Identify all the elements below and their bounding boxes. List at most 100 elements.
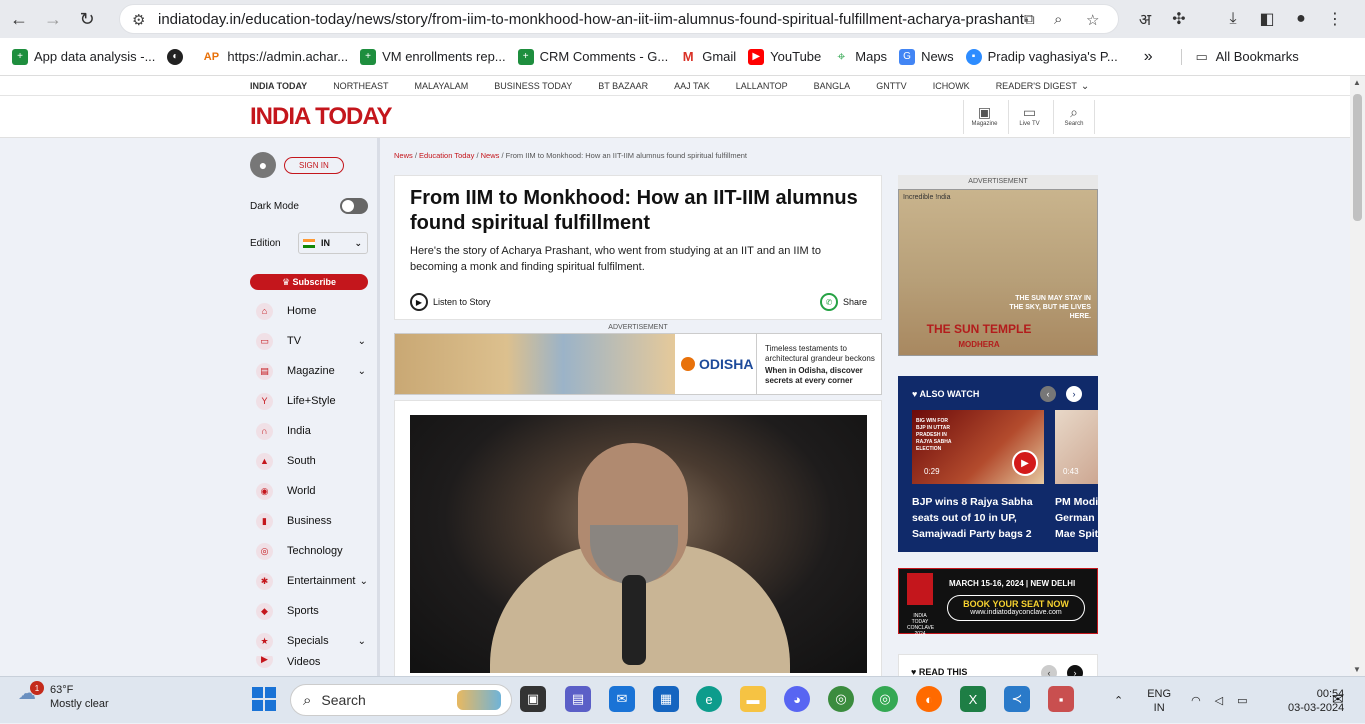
extensions-icon[interactable]: ✣ — [1164, 4, 1194, 34]
menu-icon[interactable]: ⋮ — [1320, 4, 1350, 34]
chrome-icon[interactable]: ◎ — [872, 686, 898, 712]
forward-icon[interactable]: → — [38, 4, 68, 34]
sun-temple-ad[interactable]: Incredible !ndia THE SUN MAY STAY IN THE… — [898, 189, 1098, 356]
play-icon[interactable]: ▶ — [1012, 450, 1038, 476]
brand-link[interactable]: MALAYALAM — [415, 81, 469, 91]
teams-icon[interactable]: ▤ — [565, 686, 591, 712]
bookmark-3[interactable]: + VM enrollments rep... — [360, 48, 506, 65]
bookmark-2[interactable]: AP https://admin.achar... — [201, 49, 348, 65]
sidepanel-icon[interactable]: ◧ — [1252, 4, 1282, 34]
language-indicator[interactable]: ENG IN — [1147, 687, 1171, 715]
chevron-down-icon[interactable]: ⌄ — [358, 336, 366, 347]
sidebar-item-business[interactable]: ▮ Business — [250, 506, 368, 536]
bookmark-4[interactable]: + CRM Comments - G... — [517, 48, 668, 65]
install-icon[interactable]: ⧉ — [1024, 11, 1035, 28]
mail-icon[interactable]: ✉ — [609, 686, 635, 712]
url-text[interactable]: indiatoday.in/education-today/news/story… — [158, 11, 1028, 28]
edge-icon[interactable]: e — [696, 686, 722, 712]
breadcrumb-link[interactable]: Education Today — [419, 151, 474, 160]
volume-icon[interactable]: ◁ — [1215, 694, 1223, 707]
sidebar-item-entertainment[interactable]: ✱ Entertainment ⌄ — [250, 566, 368, 596]
windows-start-icon[interactable] — [252, 687, 276, 711]
sidebar-item-technology[interactable]: ◎ Technology — [250, 536, 368, 566]
brand-link[interactable]: NORTHEAST — [333, 81, 388, 91]
breadcrumb-link[interactable]: News — [394, 151, 413, 160]
bookmark-8[interactable]: G News — [899, 48, 954, 65]
scroll-up-icon[interactable]: ▲ — [1353, 78, 1361, 87]
bookmark-5[interactable]: M Gmail — [680, 49, 736, 65]
edition-select[interactable]: IN ⌄ — [298, 232, 368, 254]
chrome-alt-icon[interactable]: ◎ — [828, 686, 854, 712]
bookmark-0[interactable]: + App data analysis -... — [12, 48, 155, 65]
firefox-icon[interactable]: ◐ — [916, 686, 942, 712]
sidebar-item-specials[interactable]: ★ Specials ⌄ — [250, 626, 368, 656]
sidebar-item-videos[interactable]: ▶ Videos — [250, 656, 368, 668]
user-icon[interactable]: ● — [250, 152, 276, 178]
brand-link[interactable]: GNTTV — [876, 81, 907, 91]
battery-icon[interactable]: ▭ — [1237, 694, 1247, 707]
breadcrumb-link[interactable]: News — [481, 151, 500, 160]
bookmark-6[interactable]: ▶ YouTube — [748, 48, 821, 65]
sidebar-item-south[interactable]: ▲ South — [250, 446, 368, 476]
chevron-down-icon[interactable]: ⌄ — [1081, 81, 1089, 92]
page-scrollbar[interactable]: ▲ ▼ — [1350, 76, 1365, 676]
conclave-ad[interactable]: INDIA TODAY CONCLAVE 2024 MARCH 15-16, 2… — [898, 568, 1098, 637]
dark-mode-toggle[interactable] — [340, 198, 368, 214]
live-tv-button[interactable]: ▭ Live TV — [1008, 100, 1050, 134]
video-title[interactable]: BJP wins 8 Rajya Sabha seats out of 10 i… — [912, 494, 1047, 542]
taskbar-search[interactable]: ⌕ Search — [290, 684, 512, 716]
share-button[interactable]: ✆ Share — [819, 293, 867, 311]
prev-arrow-icon[interactable]: ‹ — [1040, 386, 1056, 402]
chevron-down-icon[interactable]: ⌄ — [358, 636, 366, 647]
chevron-up-icon[interactable]: ⌃ — [1114, 694, 1123, 707]
book-seat-button[interactable]: BOOK YOUR SEAT NOW www.indiatodayconclav… — [947, 595, 1085, 621]
chevron-down-icon[interactable]: ⌄ — [360, 576, 368, 587]
discord-icon[interactable]: ◕ — [784, 686, 810, 712]
brand-link[interactable]: BT BAZAAR — [598, 81, 648, 91]
sidebar-item-india[interactable]: ∩ India — [250, 416, 368, 446]
app-icon[interactable]: ▪ — [1048, 686, 1074, 712]
video-thumbnail[interactable]: 0:43 — [1055, 410, 1098, 484]
brand-link[interactable]: ICHOWK — [933, 81, 970, 91]
sidebar-item-home[interactable]: ⌂ Home — [250, 296, 368, 326]
brand-link[interactable]: INDIA TODAY — [250, 81, 307, 91]
reload-icon[interactable]: ↻ — [72, 4, 102, 34]
notification-icon[interactable]: ✉ — [1332, 691, 1344, 708]
vscode-icon[interactable]: ≺ — [1004, 686, 1030, 712]
sidebar-item-world[interactable]: ◉ World — [250, 476, 368, 506]
brand-link[interactable]: READER'S DIGEST — [996, 81, 1077, 91]
subscribe-button[interactable]: ♛ Subscribe — [250, 274, 368, 290]
address-bar[interactable]: ⚙ indiatoday.in/education-today/news/sto… — [119, 4, 1119, 34]
all-bookmarks-button[interactable]: ▭ All Bookmarks — [1180, 48, 1299, 65]
bookmark-7[interactable]: ⌖ Maps — [833, 48, 887, 65]
bookmarks-more-button[interactable]: » — [1144, 48, 1153, 66]
profile-letter[interactable]: अ — [1130, 4, 1160, 34]
bookmark-1[interactable]: ◐ — [167, 48, 189, 65]
listen-to-story-button[interactable]: ▶ Listen to Story — [410, 293, 491, 311]
search-button[interactable]: ⌕ Search — [1053, 100, 1095, 134]
video-thumbnail[interactable]: BIG WIN FOR BJP IN UTTAR PRADESH IN RAJY… — [912, 410, 1044, 484]
avatar-icon[interactable]: ● — [1286, 4, 1316, 34]
chevron-down-icon[interactable]: ⌄ — [358, 366, 366, 377]
odisha-banner-ad[interactable]: ODISHA Timeless testaments to architectu… — [394, 333, 882, 395]
brand-link[interactable]: AAJ TAK — [674, 81, 710, 91]
excel-icon[interactable]: X — [960, 686, 986, 712]
site-info-icon[interactable]: ⚙ — [132, 11, 145, 29]
scroll-down-icon[interactable]: ▼ — [1353, 665, 1361, 674]
sidebar-item-magazine[interactable]: ▤ Magazine ⌄ — [250, 356, 368, 386]
back-icon[interactable]: ← — [4, 4, 34, 34]
zoom-icon[interactable]: ⌕ — [1054, 11, 1062, 28]
site-logo[interactable]: INDIA TODAY — [250, 103, 392, 131]
scroll-thumb[interactable] — [1353, 94, 1362, 221]
store-icon[interactable]: ▦ — [653, 686, 679, 712]
video-title[interactable]: PM Modi German Mae Spit — [1055, 494, 1098, 542]
file-explorer-icon[interactable]: ▬ — [740, 686, 766, 712]
magazine-button[interactable]: ▣ Magazine — [963, 100, 1005, 134]
star-icon[interactable]: ☆ — [1086, 11, 1099, 29]
wifi-icon[interactable]: ◠ — [1191, 694, 1201, 707]
download-icon[interactable]: ⤓ — [1218, 4, 1248, 34]
next-arrow-icon[interactable]: › — [1066, 386, 1082, 402]
brand-link[interactable]: LALLANTOP — [736, 81, 788, 91]
sidebar-item-lifestyle[interactable]: Y Life+Style — [250, 386, 368, 416]
brand-link[interactable]: BANGLA — [814, 81, 851, 91]
